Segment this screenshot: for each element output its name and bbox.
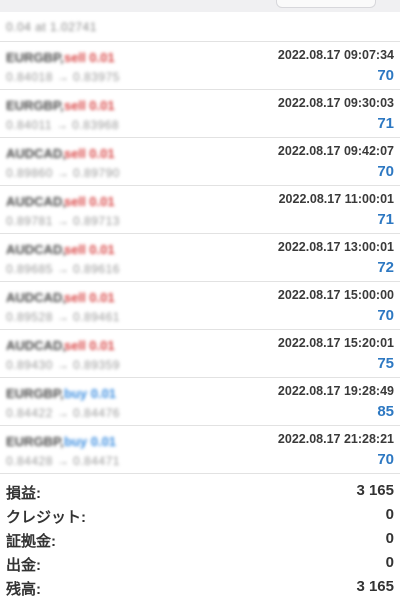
trade-prices: 0.89860 → 0.89790 <box>6 166 120 180</box>
history-summary-row: 0.04 at 1.02741 <box>0 12 400 42</box>
trade-prices: 0.89430 → 0.89359 <box>6 358 120 372</box>
total-profit-row: 損益: 3 165 <box>0 479 400 503</box>
trade-action: buy 0.01 <box>64 386 117 401</box>
deposit-value: 0 <box>385 530 394 547</box>
trade-row[interactable]: AUDCAD, sell 0.01 0.89860 → 0.89790 2022… <box>0 138 400 186</box>
trade-row[interactable]: EURGBP, buy 0.01 0.84428 → 0.84471 2022.… <box>0 426 400 474</box>
trade-action: sell 0.01 <box>64 242 115 257</box>
trade-row[interactable]: AUDCAD, sell 0.01 0.89528 → 0.89461 2022… <box>0 282 400 330</box>
deposit-label: 証拠金: <box>6 533 56 550</box>
account-totals: 損益: 3 165 クレジット: 0 証拠金: 0 出金: 0 残高: 3 16… <box>0 479 400 600</box>
trade-datetime: 2022.08.17 21:28:21 <box>277 432 394 446</box>
trade-profit: 85 <box>377 403 394 420</box>
trade-prices: 0.84018 → 0.83975 <box>6 70 120 84</box>
trade-datetime: 2022.08.17 13:00:01 <box>277 240 394 254</box>
balance-label: 残高: <box>6 581 41 598</box>
top-tab-strip <box>0 0 400 12</box>
withdrawal-label: 出金: <box>6 557 41 574</box>
trade-action: sell 0.01 <box>64 50 115 65</box>
trade-symbol: EURGBP, <box>6 98 64 113</box>
trade-profit: 71 <box>377 115 394 132</box>
trade-symbol: EURGBP, <box>6 434 64 449</box>
trade-profit: 72 <box>377 259 394 276</box>
trade-profit: 70 <box>377 451 394 468</box>
balance-row: 残高: 3 165 <box>0 575 400 599</box>
trade-symbol: AUDCAD, <box>6 290 66 305</box>
credit-label: クレジット: <box>6 509 86 526</box>
trade-row[interactable]: EURGBP, buy 0.01 0.84422 → 0.84476 2022.… <box>0 378 400 426</box>
trade-datetime: 2022.08.17 15:00:00 <box>277 288 394 302</box>
trade-action: sell 0.01 <box>64 194 115 209</box>
trade-prices: 0.89685 → 0.89616 <box>6 262 120 276</box>
trade-profit: 75 <box>377 355 394 372</box>
trade-row[interactable]: EURGBP, sell 0.01 0.84018 → 0.83975 2022… <box>0 42 400 90</box>
trade-datetime: 2022.08.17 11:00:01 <box>278 192 394 206</box>
total-profit-value: 3 165 <box>356 482 394 499</box>
trade-prices: 0.89781 → 0.89713 <box>6 214 120 228</box>
trade-datetime: 2022.08.17 09:07:34 <box>277 48 394 62</box>
trade-action: sell 0.01 <box>64 146 115 161</box>
trade-symbol: AUDCAD, <box>6 242 66 257</box>
trade-row[interactable]: AUDCAD, sell 0.01 0.89781 → 0.89713 2022… <box>0 186 400 234</box>
trade-prices: 0.84428 → 0.84471 <box>6 454 120 468</box>
trade-symbol: EURGBP, <box>6 386 64 401</box>
balance-value: 3 165 <box>356 578 394 595</box>
segment-tab[interactable] <box>276 0 376 8</box>
trade-profit: 70 <box>377 163 394 180</box>
trade-prices: 0.89528 → 0.89461 <box>6 310 120 324</box>
trade-row[interactable]: AUDCAD, sell 0.01 0.89685 → 0.89616 2022… <box>0 234 400 282</box>
trade-symbol: EURGBP, <box>6 50 64 65</box>
trade-profit: 70 <box>377 67 394 84</box>
trade-prices: 0.84422 → 0.84476 <box>6 406 120 420</box>
trade-symbol: AUDCAD, <box>6 338 66 353</box>
trade-action: sell 0.01 <box>64 338 115 353</box>
trade-datetime: 2022.08.17 15:20:01 <box>277 336 394 350</box>
deposit-row: 証拠金: 0 <box>0 527 400 551</box>
credit-row: クレジット: 0 <box>0 503 400 527</box>
trade-action: sell 0.01 <box>64 98 115 113</box>
trade-prices: 0.84011 → 0.83968 <box>6 118 120 132</box>
trade-datetime: 2022.08.17 19:28:49 <box>277 384 394 398</box>
trade-symbol: AUDCAD, <box>6 194 66 209</box>
trade-row[interactable]: EURGBP, sell 0.01 0.84011 → 0.83968 2022… <box>0 90 400 138</box>
trade-history-list: EURGBP, sell 0.01 0.84018 → 0.83975 2022… <box>0 42 400 474</box>
withdrawal-row: 出金: 0 <box>0 551 400 575</box>
total-profit-label: 損益: <box>6 485 41 502</box>
trade-action: sell 0.01 <box>64 290 115 305</box>
trade-profit: 71 <box>377 211 394 228</box>
trade-symbol: AUDCAD, <box>6 146 66 161</box>
trade-datetime: 2022.08.17 09:42:07 <box>277 144 394 158</box>
trade-row[interactable]: AUDCAD, sell 0.01 0.89430 → 0.89359 2022… <box>0 330 400 378</box>
trade-datetime: 2022.08.17 09:30:03 <box>277 96 394 110</box>
withdrawal-value: 0 <box>385 554 394 571</box>
trade-action: buy 0.01 <box>64 434 117 449</box>
trade-profit: 70 <box>377 307 394 324</box>
summary-text: 0.04 at 1.02741 <box>6 20 97 34</box>
credit-value: 0 <box>385 506 394 523</box>
